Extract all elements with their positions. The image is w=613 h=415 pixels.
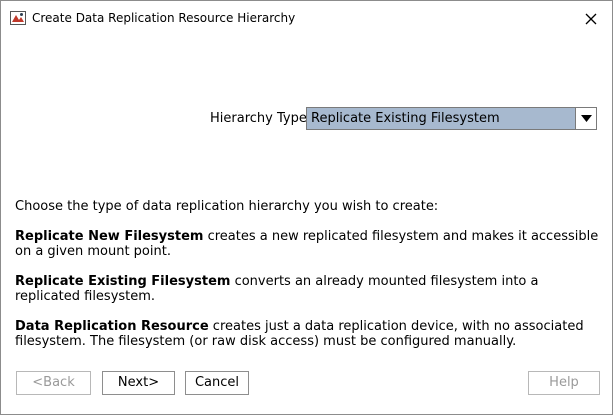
option-description-resource: Data Replication Resource creates just a… — [15, 319, 600, 349]
option-description-new: Replicate New Filesystem creates a new r… — [15, 229, 600, 259]
intro-text: Choose the type of data replication hier… — [15, 199, 439, 214]
option-name-new: Replicate New Filesystem — [15, 229, 204, 244]
dropdown-button[interactable] — [575, 108, 596, 129]
help-button[interactable]: Help — [528, 371, 600, 395]
back-button[interactable]: <Back — [16, 371, 91, 395]
hierarchy-type-value: Replicate Existing Filesystem — [311, 111, 500, 126]
close-icon — [585, 13, 597, 25]
chevron-down-icon — [580, 115, 592, 122]
dialog-content: Hierarchy Type Replicate Existing Filesy… — [7, 34, 606, 406]
option-name-existing: Replicate Existing Filesystem — [15, 274, 231, 289]
dialog-window: Create Data Replication Resource Hierarc… — [0, 0, 613, 415]
option-name-resource: Data Replication Resource — [15, 319, 209, 334]
steeleye-app-icon — [10, 11, 26, 25]
cancel-button[interactable]: Cancel — [185, 371, 249, 395]
title-bar[interactable]: Create Data Replication Resource Hierarc… — [1, 1, 612, 34]
next-button[interactable]: Next> — [102, 371, 175, 395]
option-description-existing: Replicate Existing Filesystem converts a… — [15, 274, 600, 304]
close-button[interactable] — [580, 9, 602, 29]
hierarchy-type-select[interactable]: Replicate Existing Filesystem — [306, 107, 597, 130]
window-title: Create Data Replication Resource Hierarc… — [32, 11, 296, 25]
hierarchy-type-label: Hierarchy Type — [210, 111, 307, 126]
